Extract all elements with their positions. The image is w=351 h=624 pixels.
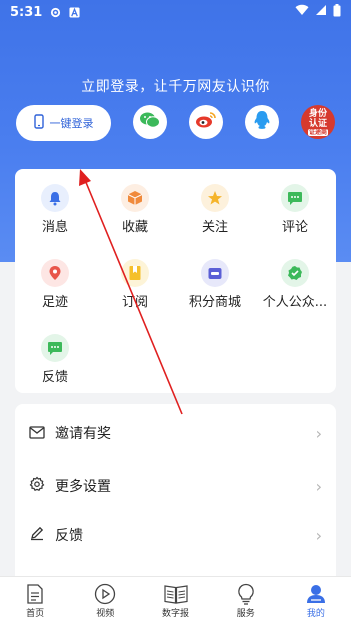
- annotation-arrow: [79, 169, 183, 415]
